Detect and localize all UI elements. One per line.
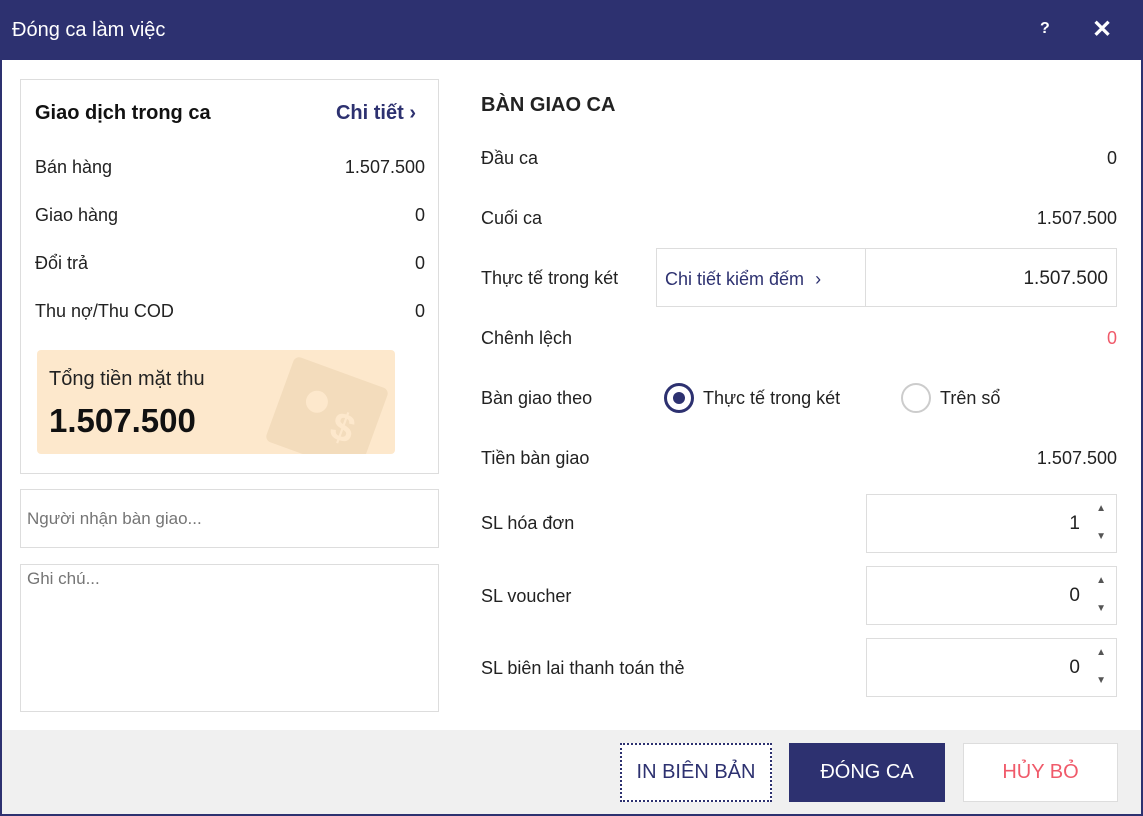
receiver-input[interactable] (20, 489, 439, 548)
decrement-icon[interactable]: ▼ (1096, 531, 1106, 542)
diff-label: Chênh lệch (481, 328, 573, 348)
handover-amount-label: Tiền bàn giao (481, 448, 590, 468)
row-delivery: Giao hàng 0 (35, 205, 425, 226)
radio-checked-icon (664, 383, 694, 413)
detail-link[interactable]: Chi tiết › (336, 102, 416, 125)
end-label: Cuối ca (481, 208, 543, 228)
diff-value: 0 (1106, 328, 1117, 348)
handover-by-label: Bàn giao theo (481, 388, 593, 408)
voucher-count-label: SL voucher (481, 586, 572, 606)
end-value: 1.507.500 (1036, 208, 1117, 228)
dialog-title: Đóng ca làm việc (12, 19, 166, 41)
decrement-icon[interactable]: ▼ (1096, 603, 1106, 614)
row-label: Giao hàng (35, 205, 119, 225)
row-label: Đổi trả (35, 253, 89, 273)
panel-heading: Giao dịch trong ca (35, 102, 211, 124)
row-debt-cod: Thu nợ/Thu COD 0 (35, 301, 425, 322)
row-value: 1.507.500 (344, 157, 425, 177)
voucher-count-stepper[interactable]: 0 ▲ ▼ (866, 566, 1117, 625)
actual-amount-field[interactable]: 1.507.500 (865, 248, 1117, 307)
row-returns: Đổi trả 0 (35, 253, 425, 274)
close-icon[interactable]: ✕ (1092, 15, 1112, 44)
increment-icon[interactable]: ▲ (1096, 647, 1106, 658)
row-sales: Bán hàng 1.507.500 (35, 157, 425, 178)
note-textarea[interactable] (20, 564, 439, 712)
row-value: 0 (414, 205, 425, 225)
card-receipt-count-label: SL biên lai thanh toán thẻ (481, 658, 685, 678)
row-value: 0 (414, 301, 425, 321)
count-detail-label: Chi tiết kiểm đếm (665, 269, 805, 289)
row-label: Bán hàng (35, 157, 113, 177)
help-button[interactable]: ? (1040, 20, 1050, 38)
money-icon: $ (264, 355, 390, 454)
chevron-right-icon: › (815, 269, 822, 289)
stepper-value: 0 (1069, 657, 1080, 678)
total-value: 1.507.500 (49, 402, 196, 439)
actual-label: Thực tế trong két (481, 268, 619, 288)
row-value: 0 (414, 253, 425, 273)
invoice-count-stepper[interactable]: 1 ▲ ▼ (866, 494, 1117, 553)
shift-transactions-panel: Giao dịch trong ca Chi tiết › Bán hàng 1.… (20, 79, 439, 474)
start-label: Đầu ca (481, 148, 539, 168)
chevron-right-icon: › (409, 102, 416, 124)
increment-icon[interactable]: ▲ (1096, 503, 1106, 514)
stepper-value: 0 (1069, 585, 1080, 606)
handover-amount-value: 1.507.500 (1036, 448, 1117, 468)
cancel-button[interactable]: HỦY BỎ (963, 743, 1118, 802)
radio-actual-label: Thực tế trong két (703, 388, 841, 408)
card-receipt-count-stepper[interactable]: 0 ▲ ▼ (866, 638, 1117, 697)
start-value: 0 (1106, 148, 1117, 168)
handover-heading: BÀN GIAO CA (481, 94, 616, 116)
total-label: Tổng tiền mặt thu (49, 368, 205, 390)
print-report-button[interactable]: IN BIÊN BẢN (620, 743, 772, 802)
row-label: Thu nợ/Thu COD (35, 301, 174, 321)
total-cash-card: $ Tổng tiền mặt thu 1.507.500 (37, 350, 395, 454)
count-detail-button[interactable]: Chi tiết kiểm đếm › (656, 248, 866, 307)
radio-book-label: Trên sổ (940, 388, 1001, 408)
stepper-value: 1 (1069, 513, 1080, 534)
title-bar: Đóng ca làm việc ? ✕ (0, 0, 1143, 60)
radio-unchecked-icon (901, 383, 931, 413)
decrement-icon[interactable]: ▼ (1096, 675, 1106, 686)
close-shift-button[interactable]: ĐÓNG CA (789, 743, 945, 802)
actual-amount-value: 1.507.500 (1023, 268, 1108, 289)
increment-icon[interactable]: ▲ (1096, 575, 1106, 586)
detail-link-label: Chi tiết (335, 102, 404, 124)
invoice-count-label: SL hóa đơn (481, 513, 575, 533)
